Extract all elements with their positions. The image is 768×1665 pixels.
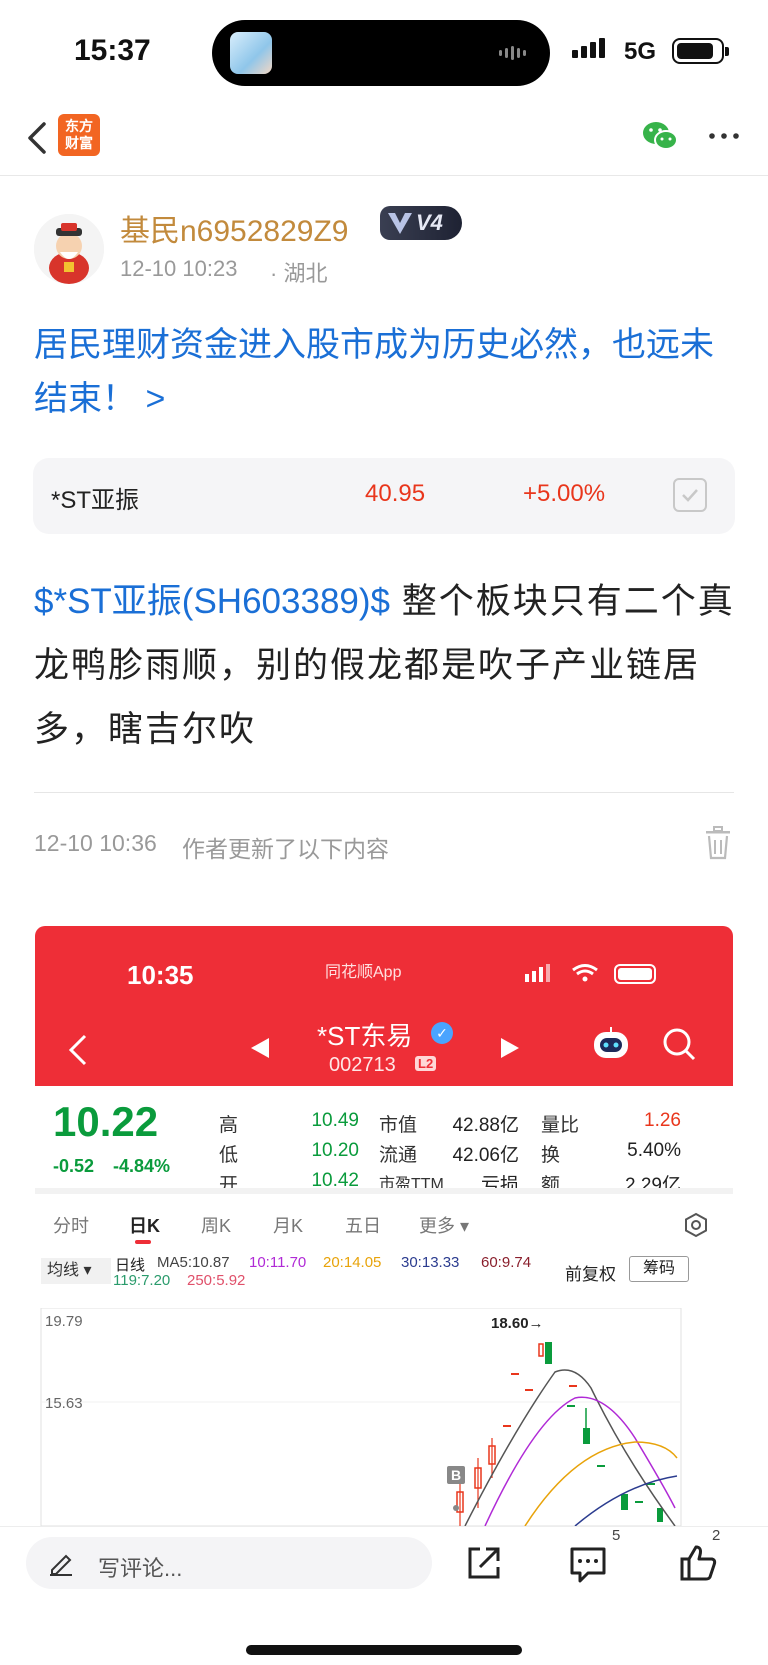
- embedded-status-icons: [525, 964, 656, 984]
- quote-float: 42.06亿: [452, 1145, 519, 1166]
- stock-card-price: 40.95: [365, 480, 426, 507]
- y-axis-mid-label: 15.63: [45, 1395, 83, 1412]
- app-logo[interactable]: 东方 财富: [58, 114, 100, 156]
- stock-card[interactable]: *ST亚振 40.95 +5.00%: [33, 458, 735, 534]
- tab-week-k: 周K: [201, 1216, 232, 1236]
- robot-assistant-icon: [594, 1027, 628, 1058]
- comment-icon[interactable]: [566, 1541, 610, 1585]
- divider: [34, 792, 734, 793]
- chart-tabs: 分时 日K 周K 月K 五日 更多 ▾: [35, 1196, 733, 1246]
- ma-select: 均线 ▾: [41, 1258, 111, 1284]
- ma60-value: 60:9.74: [481, 1254, 532, 1271]
- quote-turnover: 5.40%: [627, 1140, 681, 1161]
- quote-low: 10.20: [311, 1140, 359, 1161]
- add-watchlist-checkbox-icon[interactable]: [673, 478, 707, 512]
- embedded-back-icon: [68, 1034, 87, 1066]
- post-title-link[interactable]: 居民理财资金进入股市成为历史必然，也远未结束！ >: [34, 318, 734, 426]
- ma30-value: 30:13.33: [401, 1254, 460, 1271]
- quote-mcap-label: 市值: [379, 1115, 418, 1136]
- vip-v-icon: [388, 213, 412, 234]
- embedded-next-icon: [501, 1038, 519, 1058]
- quote-change: -0.52: [53, 1156, 95, 1176]
- post-location: · 湖北: [270, 261, 328, 286]
- l2-badge: L2: [415, 1056, 437, 1071]
- dynamic-island[interactable]: [212, 20, 550, 86]
- verified-icon: ✓: [431, 1022, 453, 1044]
- post-body: $*ST亚振(SH603389)$ 整个板块只有二个真龙鸭胗雨顺，别的假龙都是吹…: [34, 570, 740, 762]
- share-icon[interactable]: [462, 1541, 506, 1585]
- update-note: 作者更新了以下内容: [182, 836, 389, 862]
- ma10-value: 10:11.70: [249, 1254, 307, 1271]
- quote-mcap: 42.88亿: [452, 1115, 519, 1136]
- fuquan-label: 前复权: [565, 1265, 616, 1284]
- kline-chart: 19.79 15.63 18.60→ B: [40, 1308, 682, 1526]
- tab-more: 更多 ▾: [419, 1216, 470, 1236]
- embedded-stock-code: 002713: [329, 1054, 396, 1076]
- author-name[interactable]: 基民n6952829Z9: [120, 206, 349, 250]
- wechat-share-icon[interactable]: [640, 116, 680, 156]
- ma5-value: MA5:10.87: [157, 1254, 230, 1271]
- embedded-stock-name: *ST东易: [317, 1021, 413, 1051]
- embedded-time: 10:35: [127, 960, 194, 990]
- back-arrow-icon[interactable]: [20, 118, 60, 158]
- battery-icon: [672, 38, 729, 64]
- ma10-line: [484, 1396, 676, 1526]
- chouma-button: 筹码: [629, 1256, 689, 1282]
- quote-high-label: 高: [219, 1115, 239, 1136]
- tab-month-k: 月K: [273, 1216, 304, 1236]
- embedded-prev-icon: [251, 1038, 269, 1058]
- author-avatar[interactable]: [34, 214, 104, 284]
- quote-change-pct: -4.84%: [113, 1156, 171, 1176]
- now-playing-artwork: [230, 32, 272, 74]
- ma-row: 均线 ▾ 日线 MA5:10.87 10:11.70 20:14.05 30:1…: [35, 1252, 733, 1308]
- embedded-screenshot[interactable]: 10:35 同花顺App *ST东易 ✓ 002713 L2 10.22 -0.…: [35, 926, 733, 1526]
- tab-fenshi: 分时: [53, 1216, 89, 1236]
- buy-marker-label: B: [451, 1467, 461, 1483]
- vip-badge: V4: [380, 206, 462, 240]
- pen-icon: [50, 1554, 72, 1576]
- stock-mention-link[interactable]: $*ST亚振(SH603389)$: [34, 582, 390, 621]
- stock-card-change: +5.00%: [523, 480, 606, 507]
- comment-input[interactable]: 写评论...: [26, 1537, 432, 1589]
- network-type: 5G: [624, 38, 657, 65]
- quote-high: 10.49: [311, 1110, 359, 1131]
- quote-vr-label: 量比: [541, 1115, 580, 1136]
- ma250-value: 250:5.92: [187, 1272, 246, 1289]
- tab-day-k: 日K: [129, 1216, 160, 1236]
- ma20-value: 20:14.05: [323, 1254, 382, 1271]
- y-axis-top-label: 19.79: [45, 1313, 83, 1330]
- status-time: 15:37: [74, 34, 151, 67]
- peak-price-label: 18.60→: [491, 1315, 544, 1332]
- quote-price: 10.22: [53, 1098, 159, 1145]
- signal-icon: [572, 38, 605, 58]
- chart-settings-icon: [685, 1212, 707, 1238]
- embedded-search-icon: [663, 1028, 696, 1061]
- comment-count: 5: [612, 1527, 621, 1544]
- embedded-header: 10:35 同花顺App *ST东易 ✓ 002713 L2: [35, 926, 733, 1086]
- stock-card-name: *ST亚振: [51, 487, 140, 514]
- like-icon[interactable]: [676, 1541, 720, 1585]
- like-count: 2: [712, 1527, 721, 1544]
- tab-underline: [135, 1240, 151, 1244]
- comment-placeholder: 写评论...: [98, 1556, 183, 1581]
- bottom-bar: 写评论... 5 2: [0, 1526, 768, 1665]
- tab-five-day: 五日: [345, 1216, 381, 1236]
- quote-float-label: 流通: [379, 1145, 418, 1166]
- ma119-value: 119:7.20: [113, 1272, 171, 1289]
- more-menu-icon[interactable]: [706, 118, 742, 154]
- update-time: 12-10 10:36: [34, 830, 157, 856]
- nav-bar: 东方 财富: [0, 100, 768, 176]
- post-time: 12-10 10:23: [120, 256, 238, 281]
- home-indicator[interactable]: [246, 1645, 522, 1655]
- quote-vr: 1.26: [644, 1110, 681, 1131]
- embedded-separator: [35, 1188, 733, 1194]
- fortune-god-avatar-icon: [34, 214, 104, 284]
- status-bar: 15:37 5G: [0, 0, 768, 100]
- embedded-app-label: 同花顺App: [325, 964, 402, 981]
- audio-wave-icon: [499, 46, 526, 60]
- quote-turnover-label: 换: [541, 1145, 561, 1166]
- trash-icon[interactable]: [702, 826, 734, 860]
- quote-low-label: 低: [219, 1145, 239, 1166]
